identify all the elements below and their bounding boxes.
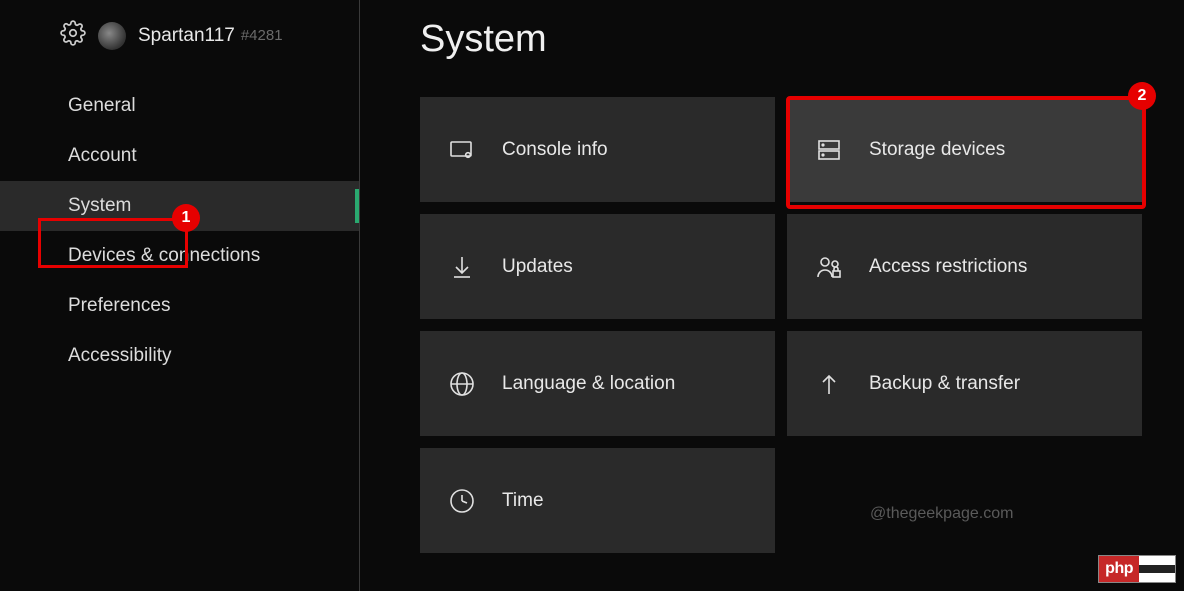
sidebar-item-accessibility[interactable]: Accessibility <box>0 331 359 381</box>
tile-label: Updates <box>502 256 573 278</box>
tile-updates[interactable]: Updates <box>420 214 775 319</box>
tile-label: Console info <box>502 139 608 161</box>
globe-icon <box>448 370 476 398</box>
sidebar-item-system[interactable]: System <box>0 181 359 231</box>
main-content: System Console info Storage devices Upda… <box>360 0 1184 591</box>
tile-label: Time <box>502 490 544 512</box>
console-info-icon <box>448 136 476 164</box>
php-badge: php <box>1098 555 1176 583</box>
tile-storage-devices[interactable]: Storage devices <box>787 97 1142 202</box>
tile-label: Access restrictions <box>869 256 1027 278</box>
backup-transfer-icon <box>815 370 843 398</box>
nav: General Account System Devices & connect… <box>0 81 359 381</box>
tile-label: Storage devices <box>869 139 1005 161</box>
sidebar-item-general[interactable]: General <box>0 81 359 131</box>
php-badge-right <box>1139 565 1175 573</box>
watermark: @thegeekpage.com <box>870 505 1013 523</box>
tile-language-location[interactable]: Language & location <box>420 331 775 436</box>
tile-label: Backup & transfer <box>869 373 1020 395</box>
tile-time[interactable]: Time <box>420 448 775 553</box>
php-badge-left: php <box>1099 556 1139 582</box>
tile-access-restrictions[interactable]: Access restrictions <box>787 214 1142 319</box>
user-name: Spartan117 <box>138 25 235 47</box>
access-restrictions-icon <box>815 253 843 281</box>
sidebar-item-devices-connections[interactable]: Devices & connections <box>0 231 359 281</box>
tile-backup-transfer[interactable]: Backup & transfer <box>787 331 1142 436</box>
clock-icon <box>448 487 476 515</box>
sidebar-item-account[interactable]: Account <box>0 131 359 181</box>
tile-label: Language & location <box>502 373 675 395</box>
page-title: System <box>420 18 1144 61</box>
user-tag: #4281 <box>241 27 283 44</box>
gear-icon[interactable] <box>60 20 86 51</box>
updates-icon <box>448 253 476 281</box>
user-header: Spartan117 #4281 <box>0 20 359 81</box>
avatar[interactable] <box>98 22 126 50</box>
tiles-grid: Console info Storage devices Updates Acc… <box>420 97 1144 553</box>
tile-console-info[interactable]: Console info <box>420 97 775 202</box>
storage-devices-icon <box>815 136 843 164</box>
sidebar-item-preferences[interactable]: Preferences <box>0 281 359 331</box>
sidebar: Spartan117 #4281 General Account System … <box>0 0 360 591</box>
